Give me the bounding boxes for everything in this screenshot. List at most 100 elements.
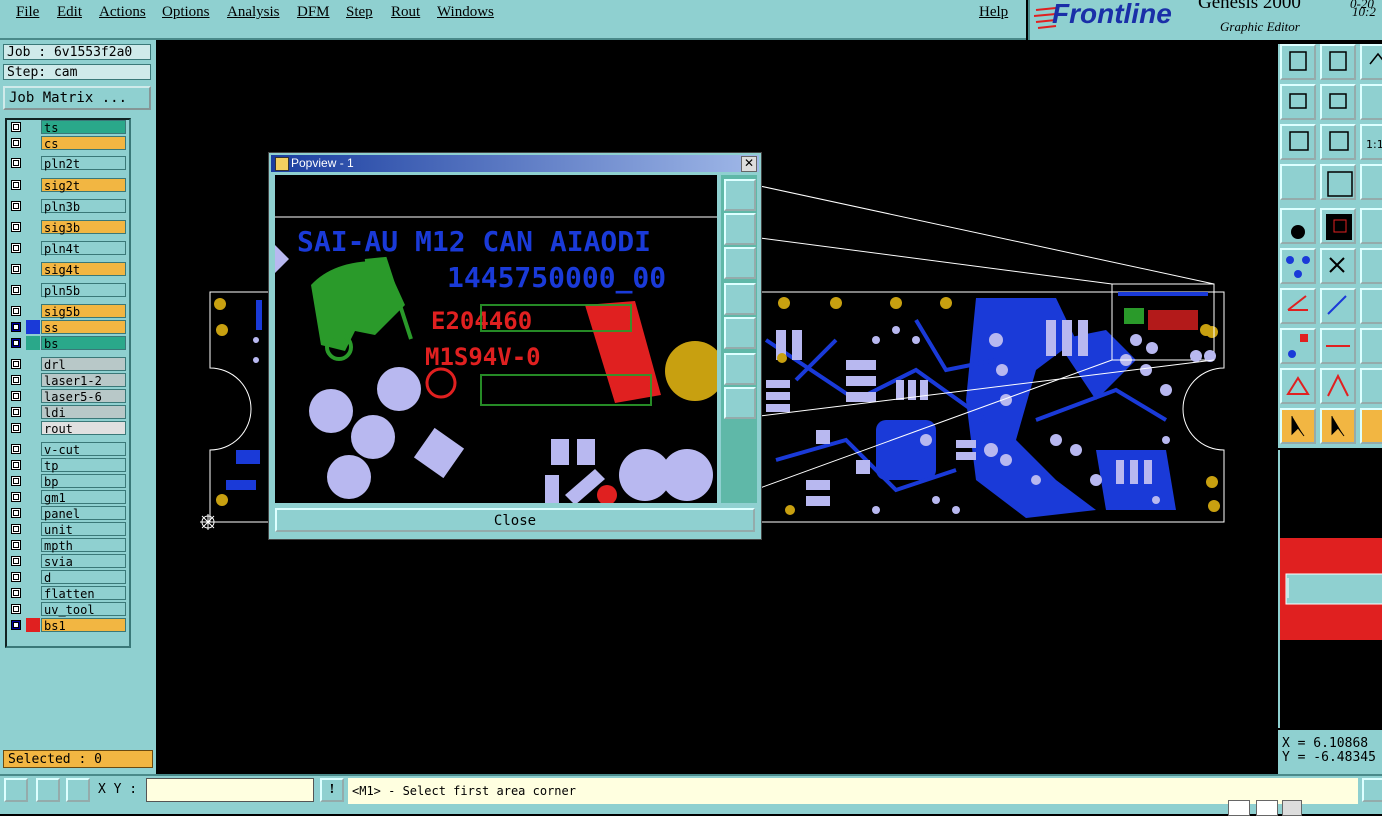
job-matrix-button[interactable]: Job Matrix ... bbox=[3, 86, 151, 110]
layer-name[interactable]: ldi bbox=[41, 405, 126, 420]
menu-analysis[interactable]: Analysis bbox=[227, 4, 280, 21]
layer-checkbox[interactable] bbox=[11, 423, 21, 433]
layer-name[interactable]: drl bbox=[41, 357, 126, 372]
layer-name[interactable]: ts bbox=[41, 120, 126, 135]
layer-checkbox[interactable] bbox=[11, 604, 21, 614]
popview-pan-right-button[interactable] bbox=[724, 317, 756, 349]
menu-step[interactable]: Step bbox=[346, 4, 373, 21]
xy-input[interactable] bbox=[146, 778, 314, 802]
layer-row[interactable]: sig3b bbox=[7, 220, 129, 235]
layer-checkbox[interactable] bbox=[11, 460, 21, 470]
layer-name[interactable]: uv_tool bbox=[41, 602, 126, 617]
layer-name[interactable]: rout bbox=[41, 421, 126, 436]
layer-row[interactable]: svia bbox=[7, 554, 129, 569]
layer-row[interactable]: flatten bbox=[7, 586, 129, 601]
layer-row[interactable]: mpth bbox=[7, 538, 129, 553]
menu-file[interactable]: File bbox=[16, 4, 39, 21]
layer-checkbox[interactable] bbox=[11, 201, 21, 211]
layer-name[interactable]: sig5b bbox=[41, 304, 126, 319]
layer-row[interactable]: uv_tool bbox=[7, 602, 129, 617]
popview-pan-down-button[interactable] bbox=[724, 247, 756, 279]
menu-options[interactable]: Options bbox=[162, 4, 210, 21]
layer-checkbox[interactable] bbox=[11, 338, 21, 348]
menu-actions[interactable]: Actions bbox=[99, 4, 146, 21]
popview-pan-up-button[interactable] bbox=[724, 213, 756, 245]
layer-checkbox[interactable] bbox=[11, 359, 21, 369]
layer-row[interactable]: gm1 bbox=[7, 490, 129, 505]
layer-row[interactable]: sig2t bbox=[7, 178, 129, 193]
popview-titlebar[interactable]: Popview - 1 ✕ bbox=[271, 155, 759, 172]
menu-windows[interactable]: Windows bbox=[437, 4, 494, 21]
layer-row[interactable]: d bbox=[7, 570, 129, 585]
layer-name[interactable]: v-cut bbox=[41, 442, 126, 457]
layer-checkbox[interactable] bbox=[11, 180, 21, 190]
layer-row[interactable]: laser5-6 bbox=[7, 389, 129, 404]
layer-row[interactable]: cs bbox=[7, 136, 129, 151]
layer-name[interactable]: pln2t bbox=[41, 156, 126, 171]
layer-row[interactable]: laser1-2 bbox=[7, 373, 129, 388]
zoom-box-icon[interactable] bbox=[4, 778, 28, 802]
layer-name[interactable]: bs1 bbox=[41, 618, 126, 633]
layer-name[interactable]: mpth bbox=[41, 538, 126, 553]
close-icon[interactable]: ✕ bbox=[741, 156, 757, 172]
layer-name[interactable]: unit bbox=[41, 522, 126, 537]
layer-row[interactable]: bp bbox=[7, 474, 129, 489]
layer-checkbox[interactable] bbox=[11, 243, 21, 253]
close-button[interactable]: Close bbox=[275, 508, 755, 532]
layer-checkbox[interactable] bbox=[11, 391, 21, 401]
layer-checkbox[interactable] bbox=[11, 375, 21, 385]
popview-pan-left-button[interactable] bbox=[724, 283, 756, 315]
info-icon[interactable] bbox=[1362, 778, 1382, 802]
layer-name[interactable]: pln4t bbox=[41, 241, 126, 256]
layer-checkbox[interactable] bbox=[11, 524, 21, 534]
layer-checkbox[interactable] bbox=[11, 492, 21, 502]
layer-row[interactable]: v-cut bbox=[7, 442, 129, 457]
layer-checkbox[interactable] bbox=[11, 540, 21, 550]
layer-name[interactable]: bp bbox=[41, 474, 126, 489]
popview-zoom-window-button[interactable] bbox=[724, 179, 756, 211]
layer-checkbox[interactable] bbox=[11, 556, 21, 566]
menu-help[interactable]: Help bbox=[979, 4, 1008, 21]
layer-checkbox[interactable] bbox=[11, 285, 21, 295]
layer-name[interactable]: sig4t bbox=[41, 262, 126, 277]
alert-icon[interactable]: ! bbox=[320, 778, 344, 802]
layer-row[interactable]: bs bbox=[7, 336, 129, 351]
layer-row[interactable]: sig4t bbox=[7, 262, 129, 277]
layer-checkbox[interactable] bbox=[11, 444, 21, 454]
layer-checkbox[interactable] bbox=[11, 264, 21, 274]
layer-row[interactable]: rout bbox=[7, 421, 129, 436]
layer-row[interactable]: panel bbox=[7, 506, 129, 521]
layer-row[interactable]: ts bbox=[7, 120, 129, 135]
popview-canvas[interactable]: SAI-AU M12 CAN AIAODI 1445750000_00 E204… bbox=[275, 175, 717, 503]
layer-name[interactable]: ss bbox=[41, 320, 126, 335]
layer-row[interactable]: drl bbox=[7, 357, 129, 372]
layer-row[interactable]: unit bbox=[7, 522, 129, 537]
layer-name[interactable]: panel bbox=[41, 506, 126, 521]
layer-row[interactable]: bs1 bbox=[7, 618, 129, 633]
layer-name[interactable]: sig2t bbox=[41, 178, 126, 193]
layer-name[interactable]: laser1-2 bbox=[41, 373, 126, 388]
layer-row[interactable]: ldi bbox=[7, 405, 129, 420]
popview-zoom-out-button[interactable] bbox=[724, 387, 756, 419]
layer-checkbox[interactable] bbox=[11, 508, 21, 518]
layer-checkbox[interactable] bbox=[11, 138, 21, 148]
layer-name[interactable]: pln5b bbox=[41, 283, 126, 298]
menu-dfm[interactable]: DFM bbox=[297, 4, 330, 21]
layer-name[interactable]: flatten bbox=[41, 586, 126, 601]
menu-rout[interactable]: Rout bbox=[391, 4, 420, 21]
menu-edit[interactable]: Edit bbox=[57, 4, 82, 21]
layer-name[interactable]: gm1 bbox=[41, 490, 126, 505]
layer-checkbox[interactable] bbox=[11, 572, 21, 582]
measure-icon[interactable] bbox=[36, 778, 60, 802]
layer-checkbox[interactable] bbox=[11, 158, 21, 168]
layer-row[interactable]: pln5b bbox=[7, 283, 129, 298]
layer-name[interactable]: d bbox=[41, 570, 126, 585]
layer-name[interactable]: svia bbox=[41, 554, 126, 569]
layer-name[interactable]: tp bbox=[41, 458, 126, 473]
layer-checkbox[interactable] bbox=[11, 407, 21, 417]
layer-checkbox[interactable] bbox=[11, 306, 21, 316]
layer-row[interactable]: ss bbox=[7, 320, 129, 335]
layer-row[interactable]: tp bbox=[7, 458, 129, 473]
layer-checkbox[interactable] bbox=[11, 620, 21, 630]
layer-name[interactable]: pln3b bbox=[41, 199, 126, 214]
